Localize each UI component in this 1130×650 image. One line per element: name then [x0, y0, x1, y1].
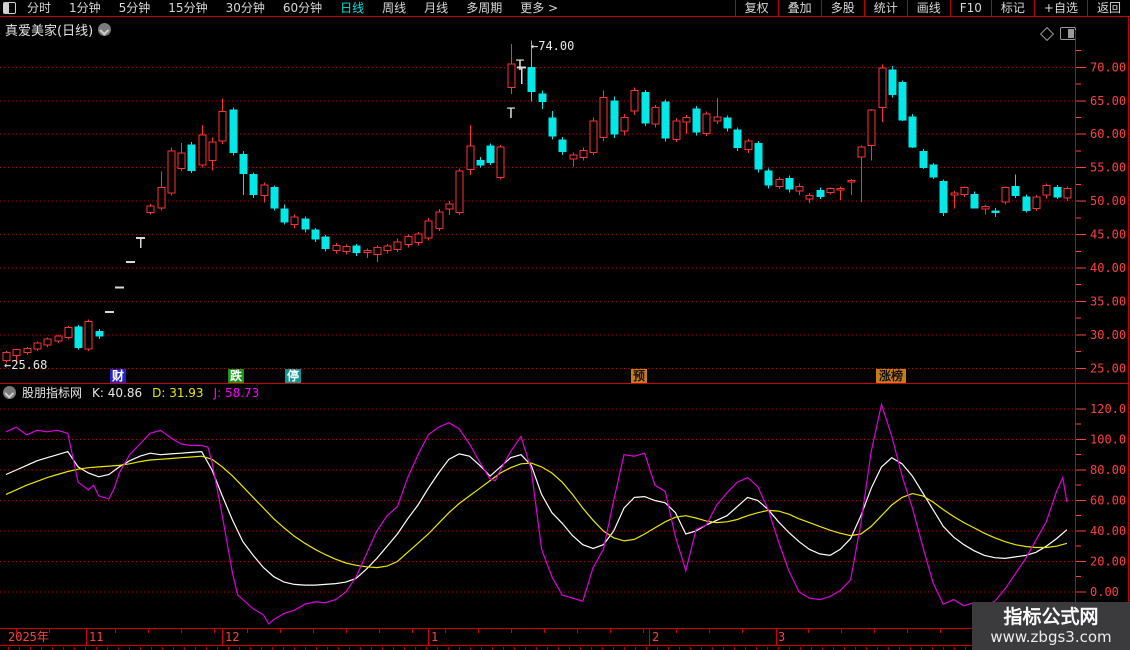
price-axis-label: 40.00	[1090, 261, 1126, 275]
price-axis-label: 45.00	[1090, 228, 1126, 242]
kdj-j-value: J: 58.73	[214, 386, 260, 400]
kdj-axis-label: 20.00	[1090, 554, 1126, 568]
kdj-k-value: K: 40.86	[92, 386, 142, 400]
kdj-axis-label: 100.0	[1090, 432, 1126, 446]
price-axis-label: 50.00	[1090, 194, 1126, 208]
kdj-line-k	[6, 452, 1067, 585]
event-badge-1[interactable]: 跌	[228, 369, 244, 383]
event-badge-2[interactable]: 停	[285, 369, 301, 383]
t-mark-annotation: T	[507, 106, 516, 122]
kdj-line-j	[6, 404, 1067, 624]
indicator-collapse-icon[interactable]	[3, 386, 16, 399]
price-axis-label: 65.00	[1090, 94, 1126, 108]
event-badge-0[interactable]: 财	[110, 369, 126, 383]
price-axis-label: 60.00	[1090, 127, 1126, 141]
kdj-axis-label: 0.00	[1090, 585, 1119, 599]
kdj-axis-label: 40.00	[1090, 524, 1126, 538]
high-price-annotation: ←74.00	[531, 39, 574, 53]
date-axis-label: 2	[652, 630, 659, 644]
kdj-axis-label: 80.00	[1090, 463, 1126, 477]
watermark-title: 指标公式网	[1003, 606, 1098, 628]
price-axis-label: 70.00	[1090, 60, 1126, 74]
kdj-axis-label: 60.00	[1090, 493, 1126, 507]
price-axis-label: 55.00	[1090, 161, 1126, 175]
kdj-axis-label: 120.0	[1090, 402, 1126, 416]
price-axis-label: 30.00	[1090, 328, 1126, 342]
date-axis-label: 1	[431, 630, 438, 644]
date-axis-label: 3	[778, 630, 785, 644]
watermark: 指标公式网 www.zbgs3.com	[972, 602, 1130, 650]
indicator-name[interactable]: 股朋指标网	[22, 384, 82, 401]
date-axis-label: 11	[89, 630, 103, 644]
t-mark-annotation: T	[516, 58, 525, 74]
date-axis-label: 2025年	[8, 630, 49, 644]
stock-chart-app: 分时1分钟5分钟15分钟30分钟60分钟日线周线月线多周期更多 > 复权叠加多股…	[0, 0, 1130, 650]
indicator-header: 股朋指标网 K: 40.86 D: 31.93 J: 58.73	[3, 384, 259, 401]
kdj-d-value: D: 31.93	[152, 386, 203, 400]
date-axis-label: 12	[225, 630, 239, 644]
chart-canvas[interactable]: 70.00 65.00 60.00 55.00 50.00 45.00 40.00 35.00…	[0, 0, 1130, 650]
price-axis-label: 25.00	[1090, 361, 1126, 375]
low-price-annotation: ←25.68	[4, 358, 47, 372]
event-badge-3[interactable]: 预	[631, 369, 647, 383]
event-badge-4[interactable]: 涨榜	[876, 369, 906, 383]
watermark-url: www.zbgs3.com	[990, 628, 1111, 646]
price-axis-label: 35.00	[1090, 294, 1126, 308]
